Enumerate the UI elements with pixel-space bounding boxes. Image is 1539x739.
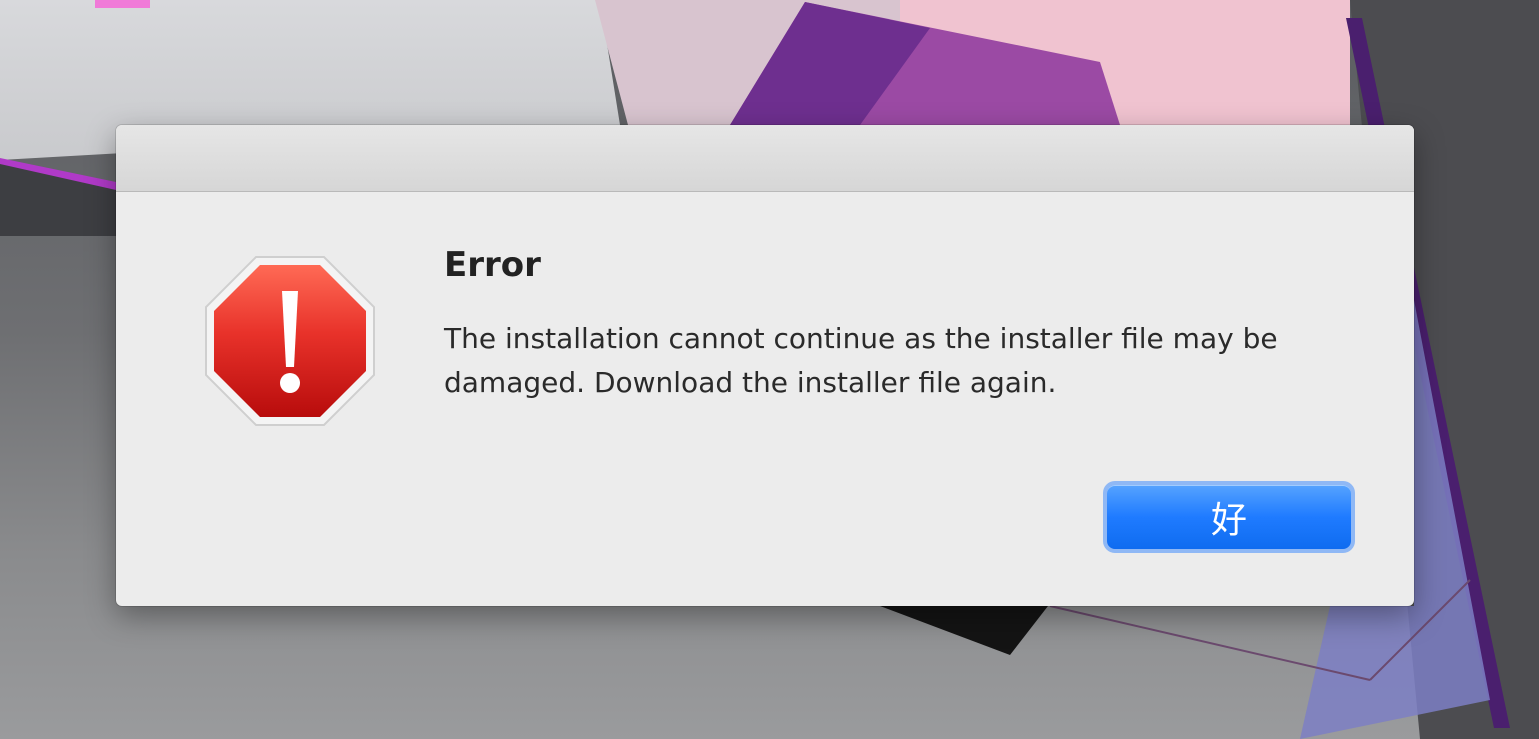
ok-button-label: 好 bbox=[1210, 500, 1247, 541]
ok-button[interactable]: 好 bbox=[1103, 481, 1355, 553]
dialog-message: The installation cannot continue as the … bbox=[444, 322, 1278, 399]
stop-alert-icon bbox=[205, 256, 375, 426]
dialog-title: Error bbox=[444, 245, 541, 285]
alert-dialog: Error The installation cannot continue a… bbox=[116, 125, 1414, 606]
dialog-titlebar bbox=[116, 125, 1414, 192]
desktop: Error The installation cannot continue a… bbox=[0, 0, 1539, 739]
